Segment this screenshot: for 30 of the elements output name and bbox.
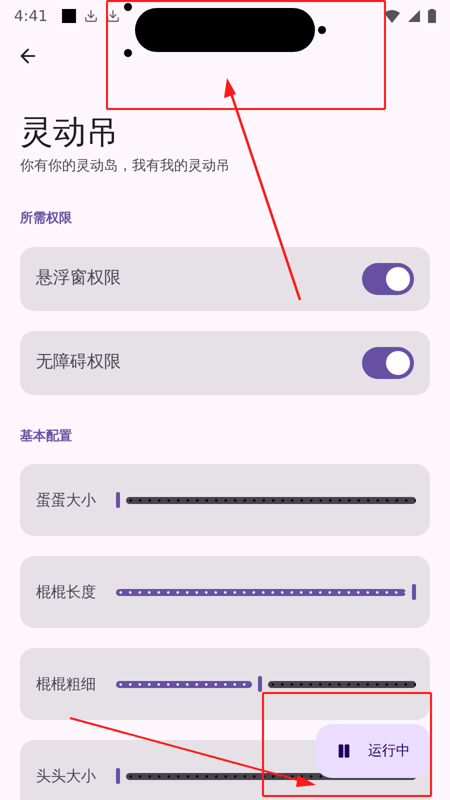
signal-icon [408,10,420,22]
download-icon [84,9,98,23]
pause-icon [336,743,352,759]
toggle-switch[interactable] [362,262,414,294]
slider-thumb[interactable] [412,584,416,600]
setting-label: 无障碍权限 [36,350,122,374]
setting-card[interactable]: 无障碍权限 [20,330,430,394]
slider-thumb[interactable] [116,492,120,508]
slider-thumb[interactable] [116,768,120,784]
slider[interactable] [116,674,416,694]
page-title: 灵动吊 [20,111,120,153]
running-button[interactable]: 运行中 [316,724,430,778]
section-header: 所需权限 [20,210,73,228]
section-header: 基本配置 [20,428,73,446]
setting-label: 悬浮窗权限 [36,266,122,290]
battery-icon [428,9,436,23]
setting-card[interactable]: 悬浮窗权限 [20,246,430,310]
slider[interactable] [116,582,416,602]
page-subtitle: 你有你的灵动岛，我有我的灵动吊 [20,157,231,176]
notification-icon [62,9,76,23]
slider-thumb[interactable] [258,676,262,692]
setting-label: 头头大小 [36,766,97,787]
toggle-switch[interactable] [362,346,414,378]
status-time: 4:41 [14,6,48,27]
setting-label: 棍棍长度 [36,582,97,603]
setting-label: 蛋蛋大小 [36,490,97,511]
setting-label: 棍棍粗细 [36,674,97,695]
download-icon [106,9,120,23]
slider[interactable] [116,490,416,510]
wifi-icon [384,10,400,22]
